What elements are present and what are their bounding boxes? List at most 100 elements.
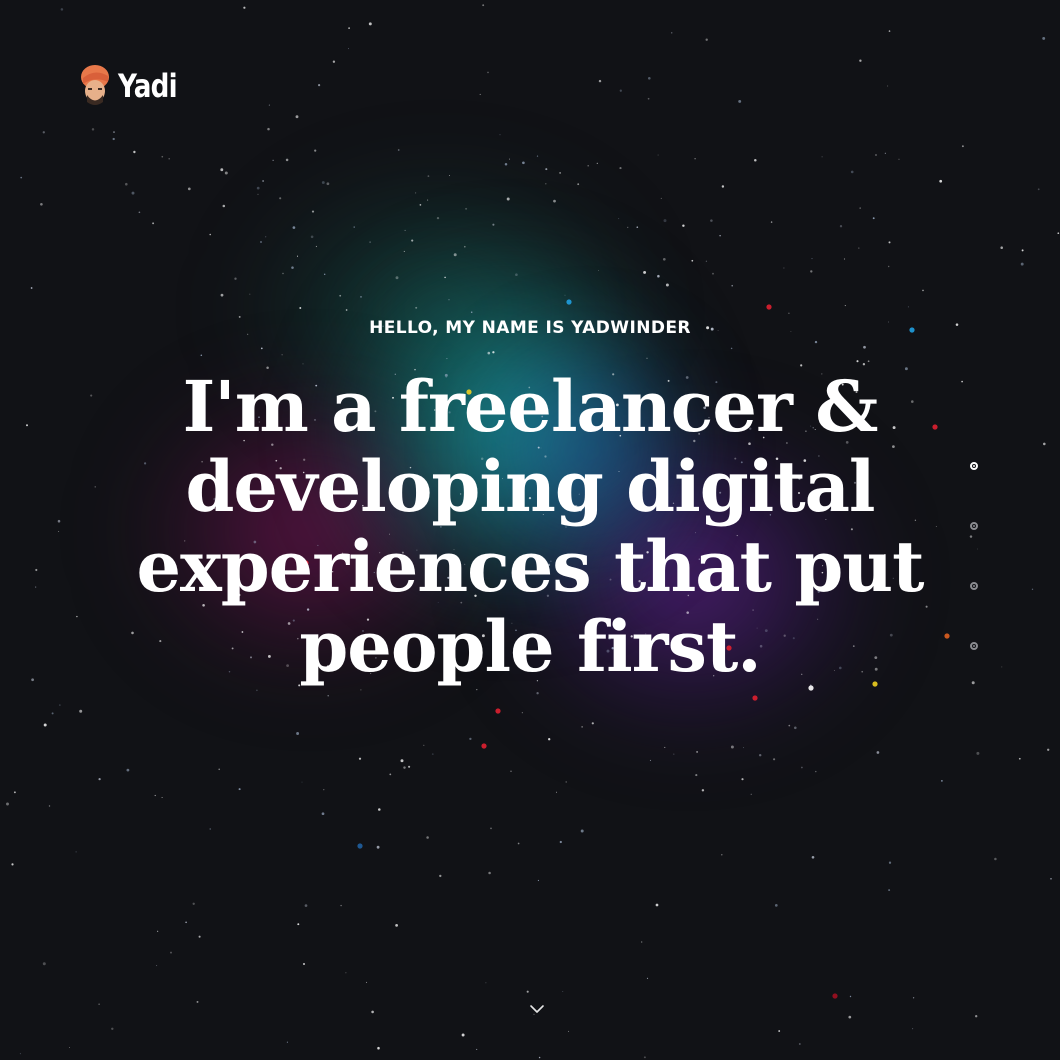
star bbox=[1050, 877, 1052, 880]
section-dot-3[interactable] bbox=[966, 578, 982, 594]
star bbox=[673, 753, 675, 755]
star bbox=[598, 79, 602, 83]
star bbox=[662, 257, 666, 261]
colored-star bbox=[832, 993, 838, 999]
star bbox=[643, 1056, 646, 1059]
star bbox=[345, 972, 347, 974]
section-dot-4[interactable] bbox=[966, 638, 982, 654]
star bbox=[427, 199, 429, 201]
star bbox=[1018, 757, 1021, 760]
star bbox=[196, 1000, 199, 1003]
star bbox=[366, 981, 368, 983]
star bbox=[888, 861, 892, 864]
star bbox=[152, 222, 155, 225]
star bbox=[40, 202, 43, 206]
brand-name: Yadi bbox=[118, 67, 178, 105]
star bbox=[867, 360, 870, 363]
star bbox=[731, 284, 733, 287]
star bbox=[536, 155, 539, 157]
star bbox=[192, 902, 195, 905]
star bbox=[323, 273, 326, 276]
star bbox=[439, 874, 442, 878]
star bbox=[975, 1015, 978, 1018]
star bbox=[730, 347, 733, 350]
star bbox=[1057, 232, 1060, 235]
colored-star bbox=[566, 299, 572, 305]
star bbox=[243, 6, 246, 9]
star bbox=[487, 71, 489, 74]
star bbox=[774, 904, 778, 907]
star bbox=[265, 236, 267, 238]
star bbox=[660, 197, 662, 199]
star bbox=[446, 358, 448, 360]
star bbox=[94, 486, 96, 488]
star bbox=[397, 149, 400, 151]
star bbox=[758, 753, 762, 757]
star bbox=[279, 197, 282, 200]
star bbox=[843, 258, 846, 260]
star bbox=[888, 30, 891, 32]
star bbox=[559, 840, 562, 844]
star bbox=[863, 345, 866, 349]
star bbox=[415, 192, 417, 194]
hero-headline: I'm a freelancer & developing digital ex… bbox=[136, 365, 924, 688]
star bbox=[268, 104, 270, 106]
star bbox=[340, 904, 342, 907]
star bbox=[907, 306, 909, 308]
star bbox=[961, 380, 963, 383]
star bbox=[161, 796, 163, 799]
star bbox=[912, 1028, 914, 1030]
star bbox=[564, 294, 566, 296]
star bbox=[234, 277, 237, 280]
hero-page: Yadi HELLO, MY NAME IS YADWINDER I'm a f… bbox=[0, 0, 1060, 1060]
star bbox=[694, 158, 696, 160]
star bbox=[517, 842, 520, 845]
star bbox=[649, 759, 651, 761]
star bbox=[408, 765, 411, 768]
star bbox=[260, 347, 263, 350]
star bbox=[395, 924, 398, 927]
star bbox=[545, 168, 548, 171]
star bbox=[801, 766, 803, 769]
star bbox=[663, 219, 667, 223]
star bbox=[470, 311, 473, 314]
star bbox=[200, 354, 203, 357]
star bbox=[400, 759, 404, 763]
star bbox=[741, 778, 744, 781]
star bbox=[856, 360, 859, 363]
star bbox=[655, 903, 659, 907]
star bbox=[345, 309, 348, 311]
colored-star bbox=[481, 743, 487, 749]
star bbox=[596, 162, 598, 165]
star bbox=[798, 1043, 801, 1045]
site-logo[interactable]: Yadi bbox=[80, 64, 190, 108]
star bbox=[256, 186, 260, 190]
star bbox=[98, 777, 101, 781]
star bbox=[794, 726, 797, 730]
star bbox=[509, 158, 511, 160]
star bbox=[476, 689, 478, 691]
section-dot-2[interactable] bbox=[966, 518, 982, 534]
star bbox=[311, 210, 315, 213]
section-dot-1[interactable] bbox=[966, 458, 982, 474]
star bbox=[912, 997, 915, 999]
star bbox=[376, 845, 380, 849]
turban-avatar-icon bbox=[81, 65, 109, 105]
star bbox=[79, 709, 83, 713]
star bbox=[60, 8, 64, 11]
hero-eyebrow: HELLO, MY NAME IS YADWINDER bbox=[369, 318, 691, 338]
chevron-down-icon[interactable] bbox=[528, 1002, 546, 1016]
star bbox=[770, 221, 773, 223]
star bbox=[42, 962, 46, 966]
star bbox=[314, 149, 317, 152]
star bbox=[811, 258, 813, 260]
star bbox=[368, 22, 372, 26]
star bbox=[783, 267, 785, 269]
star bbox=[389, 773, 392, 776]
star bbox=[875, 154, 877, 156]
star bbox=[427, 175, 430, 177]
star bbox=[636, 226, 639, 229]
star bbox=[419, 204, 422, 206]
star bbox=[665, 283, 669, 287]
star bbox=[1021, 249, 1024, 252]
